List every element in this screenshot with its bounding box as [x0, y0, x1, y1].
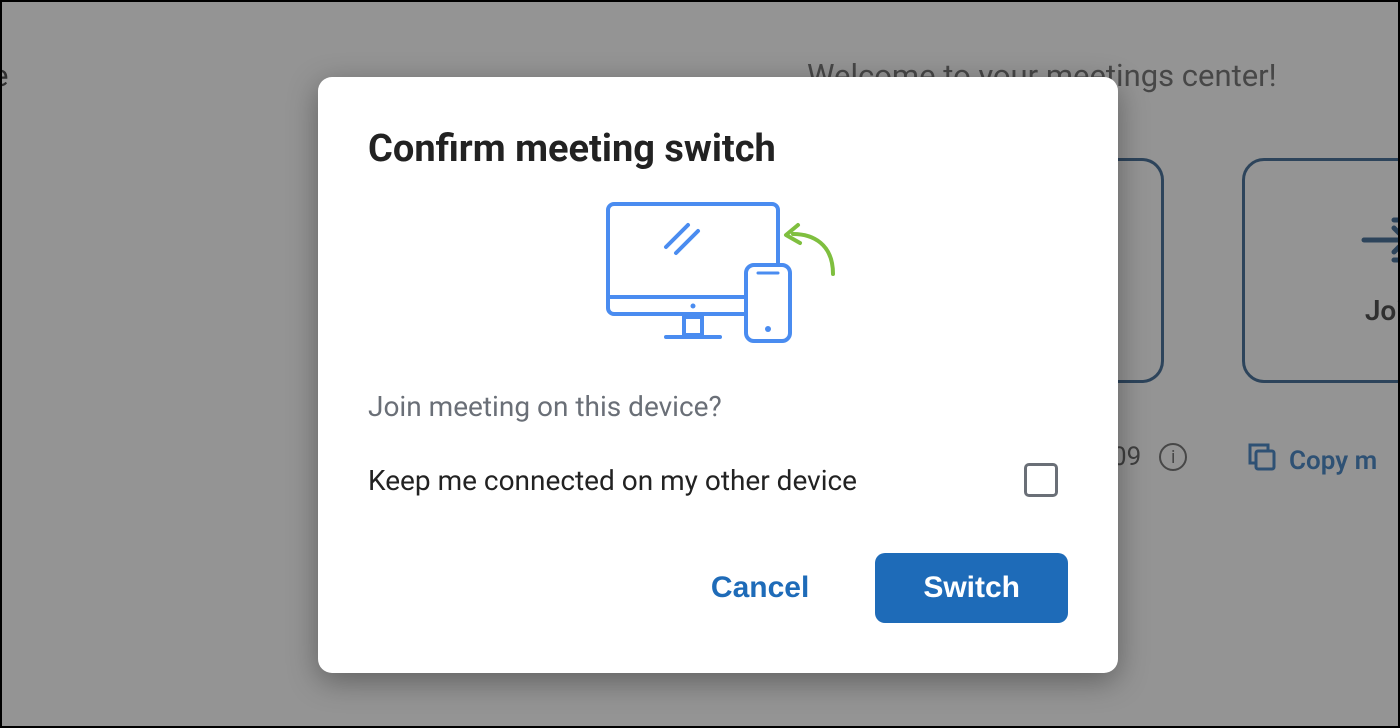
dialog-question: Join meeting on this device?	[368, 390, 1068, 423]
keep-connected-label: Keep me connected on my other device	[368, 464, 857, 497]
switch-button[interactable]: Switch	[875, 553, 1068, 623]
dialog-title: Confirm meeting switch	[368, 127, 1068, 171]
app-frame: e Welcome to your meetings center! Join …	[0, 0, 1400, 728]
device-switch-illustration	[368, 199, 1068, 354]
cancel-button[interactable]: Cancel	[705, 561, 815, 615]
confirm-switch-dialog: Confirm meeting switch Joi	[318, 77, 1118, 673]
device-switch-icon	[588, 199, 848, 354]
dialog-actions: Cancel Switch	[368, 553, 1068, 623]
keep-connected-row: Keep me connected on my other device	[368, 463, 1068, 497]
keep-connected-checkbox[interactable]	[1024, 463, 1058, 497]
